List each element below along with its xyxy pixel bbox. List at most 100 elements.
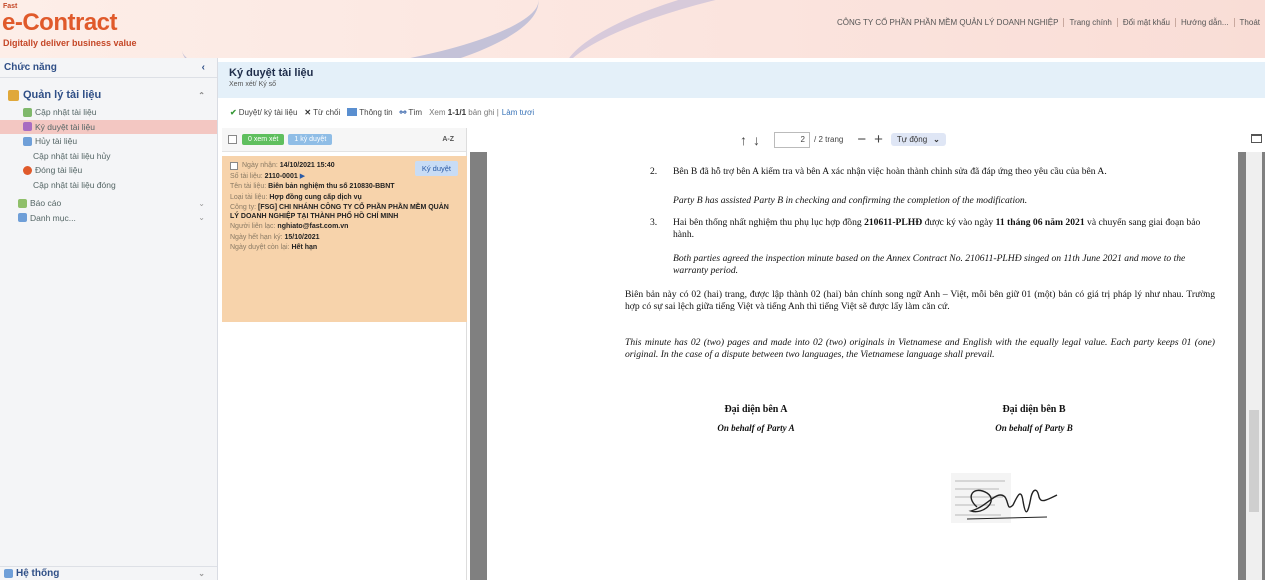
- app-header: Fast e-Contract Digitally deliver busine…: [0, 0, 1265, 58]
- party-a-subheading: On behalf of Party A: [717, 423, 795, 433]
- zoom-out-icon[interactable]: −: [857, 131, 866, 148]
- item-checkbox[interactable]: [230, 162, 238, 171]
- due-value: 15/10/2021: [284, 233, 320, 241]
- find-label: Tìm: [408, 107, 423, 117]
- sidebar-item-label: Đóng tài liệu: [35, 165, 83, 176]
- app-logo[interactable]: e-Contract: [2, 9, 118, 37]
- select-all-checkbox[interactable]: [228, 135, 237, 144]
- sidebar-item-label: Hủy tài liệu: [35, 136, 78, 147]
- record-range: 1-1/1: [447, 107, 467, 117]
- doc-name-label: Tên tài liệu:: [230, 183, 267, 190]
- edit-document-icon: [23, 107, 32, 117]
- sidebar-collapse-icon[interactable]: ‹: [202, 62, 205, 73]
- sidebar-item-cancel-documents[interactable]: Hủy tài liệu: [0, 134, 217, 149]
- arrow-down-icon[interactable]: ↓: [753, 132, 760, 148]
- sidebar-system-label: Hệ thống: [16, 568, 60, 579]
- item3-text: Hai bên thống nhất nghiệm thu phụ lục hợ…: [673, 217, 865, 228]
- document-list: 0 xem xét 1 ký duyệt A-Z Ngày nhận: 14/1…: [222, 128, 467, 580]
- sidebar-system-group[interactable]: Hệ thống ⌄: [0, 566, 217, 580]
- doc-number-value[interactable]: 2110-0001: [265, 173, 298, 180]
- binoculars-icon: ⚯: [399, 107, 407, 117]
- sidebar-item-sign-documents[interactable]: Ký duyệt tài liệu: [0, 119, 217, 134]
- sidebar-item-catalogs[interactable]: Danh mục... ⌄: [0, 211, 217, 226]
- sort-az-button[interactable]: A-Z: [442, 136, 454, 143]
- arrow-up-icon[interactable]: ↑: [740, 132, 747, 148]
- nav-home-link[interactable]: Trang chính: [1063, 18, 1116, 27]
- item3-text: được ký vào ngày: [922, 217, 996, 228]
- sidebar-item-label: Cập nhật tài liệu: [35, 107, 97, 118]
- page-number-input[interactable]: 2: [774, 131, 810, 148]
- pdf-viewer: 2. Bên B đã hỗ trợ bên A kiểm tra và bên…: [470, 152, 1265, 580]
- arrow-right-icon[interactable]: ▶: [300, 173, 305, 180]
- nav-help-link[interactable]: Hướng dẫn...: [1175, 18, 1234, 27]
- pdf-controls: ↑ ↓ 2 / 2 trang − + Tự động ⌄: [740, 131, 946, 148]
- reject-button[interactable]: ✕ Từ chối: [304, 108, 340, 117]
- approve-sign-button[interactable]: ✔ Duyệt/ ký tài liệu: [230, 108, 297, 117]
- zoom-in-icon[interactable]: +: [874, 131, 883, 148]
- breadcrumb: Xem xét/ Ký số: [229, 81, 277, 88]
- company-value: [FSG] CHI NHÁNH CÔNG TY CỔ PHẦN PHẦN MỀM…: [230, 204, 449, 220]
- digital-signature-image: [951, 473, 1058, 523]
- company-label: Công ty:: [230, 204, 257, 211]
- contact-label: Người liên lạc:: [230, 223, 276, 230]
- sidebar-group-label: Quản lý tài liệu: [23, 89, 102, 101]
- closing-paragraph-english: This minute has 02 (two) pages and made …: [625, 337, 1215, 360]
- filter-reviewed-badge[interactable]: 0 xem xét: [242, 134, 285, 145]
- contact-value: nghiato@fast.com.vn: [277, 223, 349, 230]
- sidebar-item-label: Danh mục...: [30, 212, 76, 223]
- doc-type-value: Hợp đồng cung cấp dịch vụ: [269, 193, 362, 201]
- sidebar-header: Chức năng ‹: [0, 58, 217, 78]
- sidebar-item-reports[interactable]: Báo cáo ⌄: [0, 196, 217, 211]
- party-b-heading: Đại diện bên B: [1002, 404, 1066, 415]
- top-nav: CÔNG TY CỔ PHẦN PHẦN MỀM QUẢN LÝ DOANH N…: [832, 18, 1265, 27]
- doc-name-row: Tên tài liệu: Biên bản nghiệm thu số 210…: [230, 182, 459, 193]
- sidebar-item-update-cancelled[interactable]: Cập nhật tài liệu hủy: [0, 149, 217, 164]
- folder-icon[interactable]: [1251, 134, 1262, 143]
- sidebar-item-update-documents[interactable]: Cập nhật tài liệu: [0, 105, 217, 120]
- chevron-down-icon[interactable]: ⌄: [198, 213, 205, 222]
- logo-tagline: Digitally deliver business value: [3, 38, 137, 48]
- record-count-suffix: bản ghi |: [468, 107, 499, 117]
- filter-signed-badge[interactable]: 1 ký duyệt: [288, 134, 333, 145]
- find-button[interactable]: ⚯ Tìm: [400, 108, 422, 117]
- closing-paragraph-vietnamese: Biên bản này có 02 (hai) trang, được lập…: [625, 289, 1215, 312]
- approve-sign-label: Duyệt/ ký tài liệu: [238, 107, 298, 117]
- catalog-icon: [18, 213, 27, 223]
- refresh-link[interactable]: Làm tươi: [502, 108, 534, 117]
- chevron-down-icon[interactable]: ⌄: [198, 569, 205, 578]
- party-b-subheading: On behalf of Party B: [995, 423, 1073, 433]
- list-item[interactable]: Ngày nhận: 14/10/2021 15:40 Ký duyệt Số …: [222, 156, 467, 322]
- sidebar-item-label: Ký duyệt tài liệu: [35, 121, 96, 132]
- info-icon: [347, 108, 358, 116]
- party-a-heading: Đại diện bên A: [724, 404, 788, 415]
- remaining-value: Hết hạn: [291, 244, 318, 251]
- chevron-up-icon[interactable]: ⌃: [198, 91, 205, 100]
- company-name: CÔNG TY CỔ PHẦN PHẦN MỀM QUẢN LÝ DOANH N…: [836, 18, 1059, 27]
- sidebar-item-close-documents[interactable]: Đóng tài liệu: [0, 163, 217, 178]
- sidebar-group-document-management[interactable]: Quản lý tài liệu ⌃: [0, 85, 217, 105]
- page-total: / 2 trang: [814, 135, 844, 144]
- doc-type-label: Loại tài liệu:: [230, 193, 268, 201]
- scrollbar-thumb[interactable]: [1249, 410, 1259, 512]
- close-icon: ✕: [304, 107, 312, 117]
- zoom-select[interactable]: Tự động ⌄: [890, 133, 946, 146]
- due-row: Ngày hết hạn ký: 15/10/2021: [230, 233, 459, 244]
- company-row: Công ty: [FSG] CHI NHÁNH CÔNG TY CỔ PHẦN…: [230, 203, 459, 221]
- chevron-down-icon[interactable]: ⌄: [198, 199, 205, 208]
- sign-button[interactable]: Ký duyệt: [414, 161, 458, 176]
- sidebar-item-label: Báo cáo: [30, 198, 62, 209]
- doc-number-label: Số tài liệu:: [230, 172, 263, 180]
- page-title: Ký duyệt tài liệu: [229, 67, 314, 79]
- info-button[interactable]: Thông tin: [347, 108, 393, 117]
- sidebar-item-update-closed[interactable]: Cập nhật tài liệu đóng: [0, 178, 217, 193]
- zoom-value: Tự động: [896, 135, 928, 144]
- system-icon: [4, 569, 13, 578]
- nav-logout-link[interactable]: Thoát: [1233, 18, 1265, 27]
- nav-change-password-link[interactable]: Đổi mật khẩu: [1116, 18, 1175, 27]
- doc-type-row: Loại tài liệu: Hợp đồng cung cấp dịch vụ: [230, 193, 459, 204]
- doc-name-value: Biên bản nghiệm thu số 210830-BBNT: [268, 183, 395, 190]
- list-filter-bar: 0 xem xét 1 ký duyệt A-Z: [222, 128, 466, 152]
- contract-date: 11 tháng 06 năm 2021: [995, 217, 1085, 228]
- pdf-scrollbar[interactable]: [1246, 152, 1262, 580]
- close-document-icon: [23, 165, 32, 175]
